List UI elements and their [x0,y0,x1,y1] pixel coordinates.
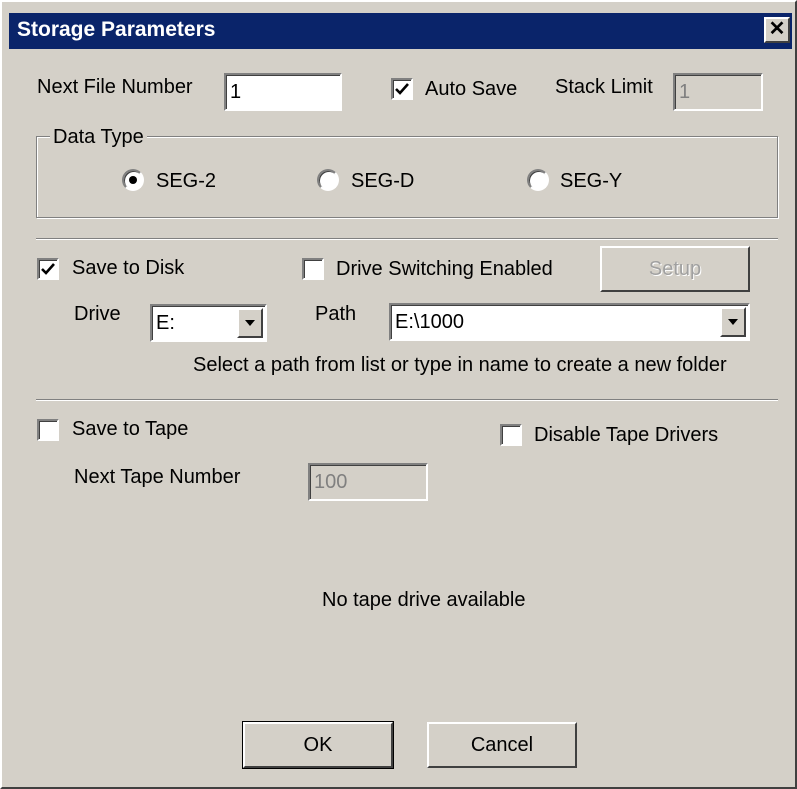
stack-limit-label: Stack Limit [555,76,653,98]
next-file-number-label: Next File Number [37,76,193,98]
drive-dropdown-arrow[interactable] [237,308,263,338]
title-bar: Storage Parameters ✕ [9,13,792,49]
stack-limit-input[interactable]: 1 [673,73,763,111]
save-to-tape-checkbox[interactable] [37,419,59,441]
dialog-title: Storage Parameters [17,18,216,41]
ok-button[interactable]: OK [242,721,394,769]
drive-value: E: [156,312,175,334]
cancel-button[interactable]: Cancel [427,722,577,768]
separator-tape [36,399,778,401]
setup-button[interactable]: Setup [600,246,750,292]
path-dropdown-arrow[interactable] [720,307,746,337]
save-to-disk-label: Save to Disk [72,257,185,279]
path-dropdown[interactable]: E:\1000 [389,303,750,341]
drive-dropdown[interactable]: E: [150,304,267,342]
storage-parameters-dialog: Storage Parameters ✕ Next File Number 1 … [0,0,797,789]
seg-y-label: SEG-Y [560,170,623,192]
seg-d-label: SEG-D [351,170,415,192]
path-label: Path [315,303,357,325]
next-tape-number-label: Next Tape Number [74,466,241,488]
separator-disk [36,238,778,240]
triangle-down-icon [245,320,255,326]
close-button[interactable]: ✕ [764,17,790,43]
check-icon [395,83,409,95]
tape-status-text: No tape drive available [322,589,526,611]
data-type-label: Data Type [50,126,147,149]
auto-save-checkbox[interactable] [391,78,413,100]
triangle-down-icon [728,319,738,325]
drive-label: Drive [74,303,121,325]
next-tape-number-input[interactable]: 100 [308,463,428,501]
path-value: E:\1000 [395,311,464,333]
seg-2-label: SEG-2 [156,170,217,192]
next-file-number-input[interactable]: 1 [224,73,342,111]
check-icon [41,263,55,275]
disable-tape-drivers-checkbox[interactable] [500,424,522,446]
save-to-disk-checkbox[interactable] [37,258,59,280]
disable-tape-drivers-label: Disable Tape Drivers [534,424,719,446]
seg-d-radio[interactable] [317,169,339,191]
seg-y-radio[interactable] [527,169,549,191]
radio-dot-icon [129,176,137,184]
seg-2-radio[interactable] [122,169,144,191]
drive-switching-label: Drive Switching Enabled [336,258,553,280]
auto-save-label: Auto Save [425,78,518,100]
close-icon: ✕ [768,18,786,40]
path-hint-text: Select a path from list or type in name … [193,354,727,376]
drive-switching-checkbox[interactable] [302,258,324,280]
save-to-tape-label: Save to Tape [72,418,189,440]
